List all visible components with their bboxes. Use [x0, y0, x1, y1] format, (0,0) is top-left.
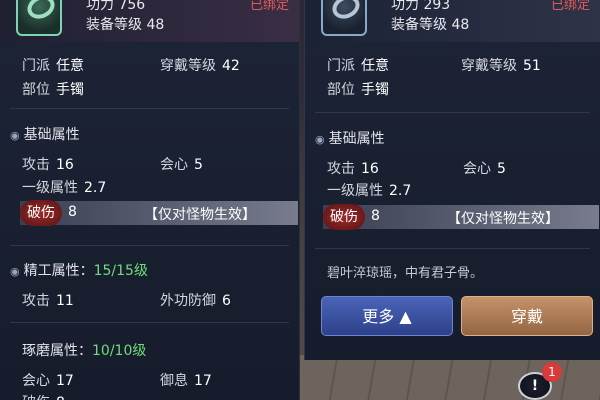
wear-level-row: 穿戴等级 42: [160, 55, 240, 75]
sect-row: 门派 任意: [327, 58, 389, 74]
compare-item-panel: 功力 293 装备等级 48 已绑定 门派 任意 穿戴等级 51 部位 手镯 ◉ 基础属…: [304, 0, 600, 360]
bullet-icon: ◉: [10, 129, 20, 142]
divider: [10, 245, 289, 246]
basic-attr-title: ◉ 基础属性: [315, 131, 385, 147]
break-value: 8: [371, 208, 380, 224]
bullet-icon: ◉: [315, 133, 325, 146]
item-power: 功力 756: [86, 0, 146, 13]
divider: [10, 322, 289, 323]
item-equip-level: 装备等级 48: [391, 17, 470, 33]
divider: [315, 248, 590, 249]
break-label: 破伤: [323, 204, 365, 230]
bracelet-item-icon[interactable]: [16, 0, 62, 36]
slot-row: 部位 手镯: [327, 82, 389, 98]
slot-label: 部位: [22, 82, 50, 98]
divider: [315, 112, 590, 113]
wear-level-label: 穿戴等级: [160, 58, 216, 74]
basic-attr-title: ◉ 基础属性: [10, 127, 80, 143]
break-row: 破伤 8 【仅对怪物生效】: [20, 200, 298, 226]
sect-value: 任意: [56, 58, 84, 74]
crit-row: 会心 5: [160, 157, 203, 173]
equip-button[interactable]: 穿戴: [461, 296, 593, 336]
polish-attr-title: 琢磨属性：10/10级: [22, 343, 147, 359]
bullet-icon: ◉: [10, 265, 20, 278]
break-label: 破伤: [20, 200, 62, 226]
attack-row: 攻击 16: [327, 161, 379, 177]
item-equip-level: 装备等级 48: [86, 17, 165, 33]
polish-crit-row: 会心 17: [22, 373, 74, 389]
bound-status: 已绑定: [550, 0, 590, 13]
primary-attr-row: 一级属性 2.7: [22, 180, 107, 196]
item-header: 功力 293 装备等级 48 已绑定: [305, 0, 600, 42]
refine-attr-title: ◉ 精工属性：15/15级: [10, 263, 148, 279]
primary-attr-row: 一级属性 2.7: [327, 183, 412, 199]
crit-row: 会心 5: [463, 161, 506, 177]
polish-resist-row: 御息 17: [160, 373, 212, 389]
break-row: 破伤 8 【仅对怪物生效】: [323, 204, 599, 230]
item-power: 功力 293: [391, 0, 451, 13]
attack-row: 攻击 16: [22, 157, 74, 173]
break-note: 【仅对怪物生效】: [447, 211, 559, 227]
more-button[interactable]: 更多 ▲: [321, 296, 453, 336]
item-header: 功力 756 装备等级 48 已绑定: [0, 0, 299, 42]
refine-attack-row: 攻击 11: [22, 293, 74, 309]
polish-break-row: 破伤8: [22, 392, 65, 400]
break-value: 8: [68, 204, 77, 220]
bound-status: 已绑定: [249, 0, 289, 13]
break-note: 【仅对怪物生效】: [144, 207, 256, 223]
wear-level-row: 穿戴等级 51: [461, 58, 541, 74]
refine-defense-row: 外功防御 6: [160, 293, 231, 309]
bracelet-item-icon[interactable]: [321, 0, 367, 36]
slot-value: 手镯: [56, 82, 84, 98]
slot-row: 部位 手镯: [22, 79, 84, 99]
sect-label: 门派: [22, 58, 50, 74]
item-description: 碧叶淬琼瑶，中有君子骨。: [327, 266, 484, 281]
divider: [10, 108, 289, 109]
notification-badge: 1: [542, 362, 562, 382]
wear-level-value: 42: [222, 58, 240, 74]
equipped-item-panel: 功力 756 装备等级 48 已绑定 门派 任意 穿戴等级 42 部位 手镯 ◉ 基础属…: [0, 0, 300, 400]
sect-row: 门派 任意: [22, 55, 84, 75]
